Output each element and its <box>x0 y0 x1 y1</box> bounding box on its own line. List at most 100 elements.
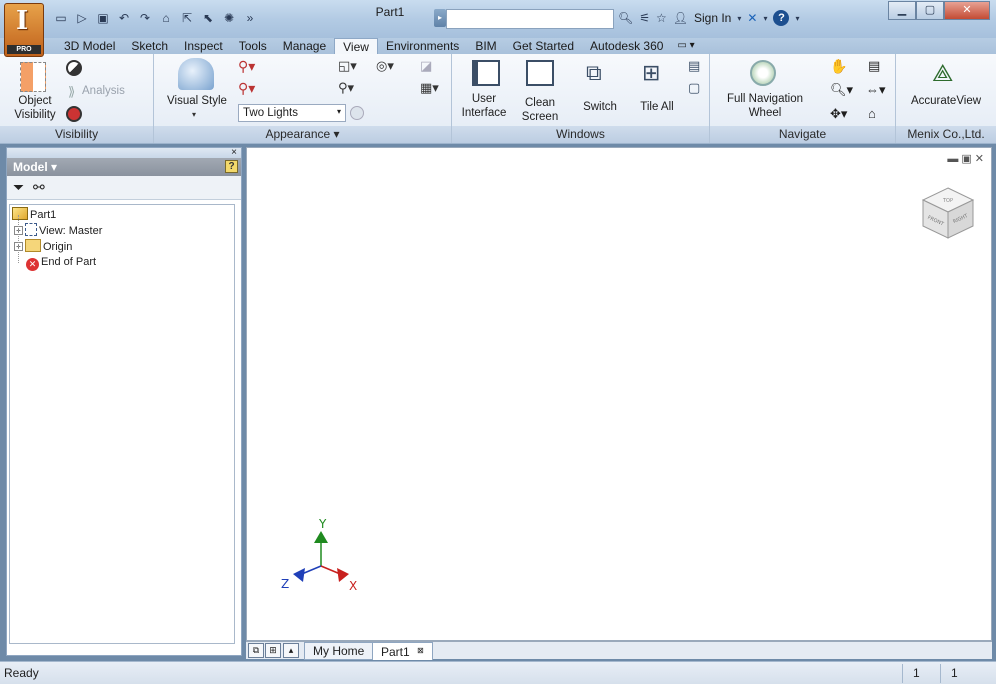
close-icon[interactable]: ✕ <box>975 153 987 165</box>
search-icon[interactable]: 🔍︎ <box>618 11 633 25</box>
sign-in-link[interactable]: Sign In <box>694 11 731 25</box>
object-visibility-icon[interactable] <box>20 62 46 92</box>
more-icon[interactable]: » <box>241 11 259 25</box>
tile-all-button[interactable]: Tile All <box>632 100 682 114</box>
viewcube[interactable]: TOP FRONT RIGHT <box>919 184 977 242</box>
new-icon[interactable]: ▭ <box>52 11 70 25</box>
dropdown-icon[interactable]: ▾ <box>795 14 799 23</box>
tree-item-origin[interactable]: + Origin <box>14 239 72 254</box>
light-settings-icon[interactable] <box>350 106 364 120</box>
tab-view[interactable]: View <box>334 38 378 55</box>
shadows-icon[interactable]: ⚲▾ <box>238 58 255 75</box>
full-navigation-wheel-button[interactable]: Full Navigation Wheel <box>724 92 806 120</box>
analysis-button[interactable]: Analysis <box>82 84 125 98</box>
maximize-button[interactable]: ▢ <box>916 1 944 20</box>
ambient-occlusion-icon[interactable]: ⚲▾ <box>338 80 354 96</box>
tab-sketch[interactable]: Sketch <box>123 38 176 54</box>
browser-grip[interactable]: × <box>7 148 241 158</box>
tab-manage[interactable]: Manage <box>275 38 334 54</box>
orbit-icon[interactable]: ✥▾ <box>830 106 847 122</box>
new-window-icon[interactable]: ▢ <box>688 80 700 96</box>
visual-style-dropdown-icon[interactable]: ▾ <box>192 108 196 122</box>
tile-all-icon[interactable]: ⊞ <box>642 60 670 86</box>
y-axis-arrow <box>314 531 328 543</box>
tree-item-view-master[interactable]: + View: Master <box>14 223 102 238</box>
subscription-icon[interactable]: ⚟ <box>639 11 650 25</box>
center-of-gravity-icon[interactable] <box>66 60 82 76</box>
user-interface-button[interactable]: User Interface <box>460 92 508 120</box>
coordinate-triad: Y X Z <box>281 518 357 593</box>
analysis-icon[interactable]: ⟫ <box>68 84 75 100</box>
cascade-icon[interactable]: ▤ <box>688 58 700 74</box>
zoom-all-icon[interactable]: ⇔▾ <box>866 82 886 98</box>
minimize-icon[interactable]: ▬ <box>947 153 961 165</box>
ray-tracing-icon[interactable]: ◎▾ <box>376 58 394 74</box>
appearance-panel: Visual Style ▾ ⚲▾ ⚲▾ Two Lights ▾ ◱▾ ⚲▾ … <box>154 54 452 143</box>
clean-screen-icon[interactable] <box>526 60 554 86</box>
open-icon[interactable]: ▷ <box>73 11 91 25</box>
minimize-button[interactable]: ▁ <box>888 1 916 20</box>
undo-icon[interactable]: ↶ <box>115 11 133 25</box>
tab-part1[interactable]: Part1 ⊠ <box>372 642 433 660</box>
update-icon[interactable]: ✺ <box>220 11 238 25</box>
lighting-style-select[interactable]: Two Lights ▾ <box>238 104 346 122</box>
find-binoculars-icon[interactable]: ⚯ <box>33 179 45 196</box>
switch-icon[interactable]: ⧉ <box>586 60 614 86</box>
pan-icon[interactable]: ✋ <box>830 58 847 75</box>
close-button[interactable]: ✕ <box>944 1 990 20</box>
redo-icon[interactable]: ↷ <box>136 11 154 25</box>
accurate-view-button[interactable]: AccurateView <box>900 94 992 108</box>
cascade-windows-icon[interactable]: ⧉ <box>248 643 264 658</box>
tree-item-end-of-part[interactable]: ✕ End of Part <box>26 255 96 271</box>
exchange-icon[interactable]: ✕ <box>747 11 757 25</box>
browser-title-dropdown[interactable]: Model ▾ <box>13 160 57 174</box>
graphics-viewport[interactable]: ▬▣✕ TOP FRONT RIGHT Y X Z <box>246 147 992 641</box>
return-icon[interactable]: ⇱ <box>178 11 196 25</box>
tab-3d-model[interactable]: 3D Model <box>56 38 123 54</box>
tab-bim[interactable]: BIM <box>467 38 504 54</box>
perspective-icon[interactable]: ▦▾ <box>420 80 439 96</box>
help-button[interactable]: ? <box>773 10 790 26</box>
clean-screen-button[interactable]: Clean Screen <box>518 96 562 124</box>
tile-windows-icon[interactable]: ⊞ <box>265 643 281 658</box>
tab-arrow-icon[interactable]: ▸ <box>434 9 446 27</box>
dropdown-icon[interactable]: ▾ <box>737 14 741 23</box>
tab-inspect[interactable]: Inspect <box>176 38 231 54</box>
tab-get-started[interactable]: Get Started <box>505 38 582 54</box>
degrees-of-freedom-icon[interactable] <box>66 106 82 122</box>
close-tab-icon[interactable]: ⊠ <box>417 646 424 655</box>
help-search-input[interactable] <box>446 9 614 29</box>
accurate-view-icon[interactable]: ⟁ <box>932 60 953 88</box>
user-icon[interactable]: 👤︎ <box>673 11 688 25</box>
visual-style-button[interactable]: Visual Style <box>160 94 234 108</box>
object-visibility-button[interactable]: Object Visibility <box>10 94 60 122</box>
favorites-star-icon[interactable]: ☆ <box>656 11 667 25</box>
tab-tools[interactable]: Tools <box>231 38 275 54</box>
windows-panel: User Interface Clean Screen ⧉ Switch ⊞ T… <box>452 54 710 143</box>
open-documents-icon[interactable]: ▴ <box>283 643 299 658</box>
application-menu-button[interactable]: I PRO <box>4 3 44 57</box>
filter-icon[interactable]: ⏷ <box>13 179 24 196</box>
tab-overflow-button[interactable]: ▭ ▾ <box>671 38 700 54</box>
tab-my-home[interactable]: My Home <box>304 642 374 660</box>
switch-button[interactable]: Switch <box>576 100 624 114</box>
select-icon[interactable]: ⬉ <box>199 11 217 25</box>
zoom-icon[interactable]: 🔍︎▾ <box>830 82 853 98</box>
save-icon[interactable]: ▣ <box>94 11 112 25</box>
user-interface-icon[interactable] <box>472 60 500 86</box>
home-view-icon[interactable]: ⌂ <box>868 106 876 121</box>
visual-style-icon[interactable] <box>178 58 214 90</box>
reflections-icon[interactable]: ⚲▾ <box>238 80 255 97</box>
browser-help-button[interactable]: ? <box>225 160 238 173</box>
close-icon[interactable]: × <box>231 147 237 158</box>
ground-plane-icon[interactable]: ◱▾ <box>338 58 357 74</box>
navigation-wheel-icon[interactable] <box>750 60 776 86</box>
tab-environments[interactable]: Environments <box>378 38 467 54</box>
title-bar: ▭ ▷ ▣ ↶ ↷ ⌂ ⇱ ⬉ ✺ » Part1 ▸ 🔍︎ ⚟ ☆ 👤︎ Si… <box>0 0 996 38</box>
dropdown-icon[interactable]: ▾ <box>763 14 767 23</box>
tab-autodesk-360[interactable]: Autodesk 360 <box>582 38 671 54</box>
restore-icon[interactable]: ▣ <box>961 153 974 165</box>
home-icon[interactable]: ⌂ <box>157 11 175 25</box>
look-at-icon[interactable]: ▤ <box>868 58 880 74</box>
texture-icon[interactable]: ◪ <box>420 58 432 74</box>
